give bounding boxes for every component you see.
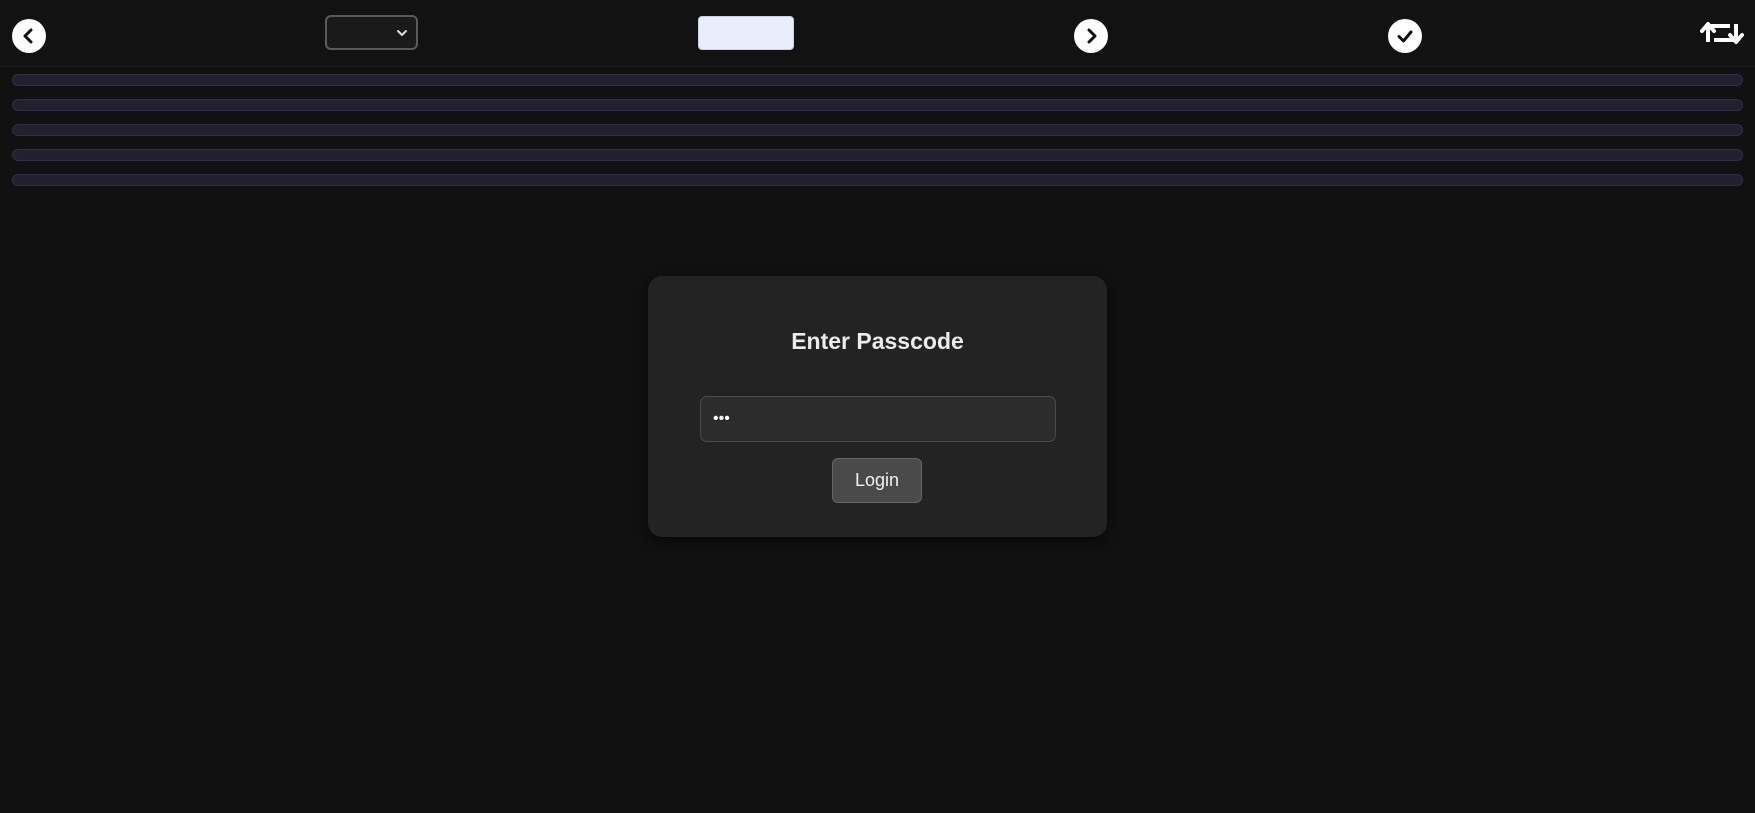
- progress-bar: [12, 149, 1743, 161]
- selector-dropdown[interactable]: [325, 15, 418, 50]
- progress-bar: [12, 99, 1743, 111]
- repeat-swap-icon: [1700, 22, 1744, 44]
- progress-bars: [12, 74, 1743, 199]
- progress-bar: [12, 124, 1743, 136]
- top-toolbar: [0, 0, 1755, 67]
- login-title: Enter Passcode: [791, 328, 964, 354]
- progress-bar: [12, 174, 1743, 186]
- chevron-right-icon: [1087, 28, 1097, 44]
- blank-button[interactable]: [698, 16, 794, 50]
- swap-button[interactable]: [1700, 16, 1744, 50]
- chevron-down-icon: [397, 30, 407, 36]
- progress-bar: [12, 74, 1743, 86]
- next-button[interactable]: [1074, 19, 1108, 53]
- check-icon: [1397, 30, 1413, 43]
- chevron-left-icon: [23, 28, 33, 44]
- login-button[interactable]: Login: [832, 458, 922, 503]
- check-button[interactable]: [1388, 19, 1422, 53]
- login-card: Enter Passcode Login: [648, 276, 1107, 537]
- passcode-input[interactable]: [700, 396, 1056, 442]
- previous-button[interactable]: [12, 19, 46, 53]
